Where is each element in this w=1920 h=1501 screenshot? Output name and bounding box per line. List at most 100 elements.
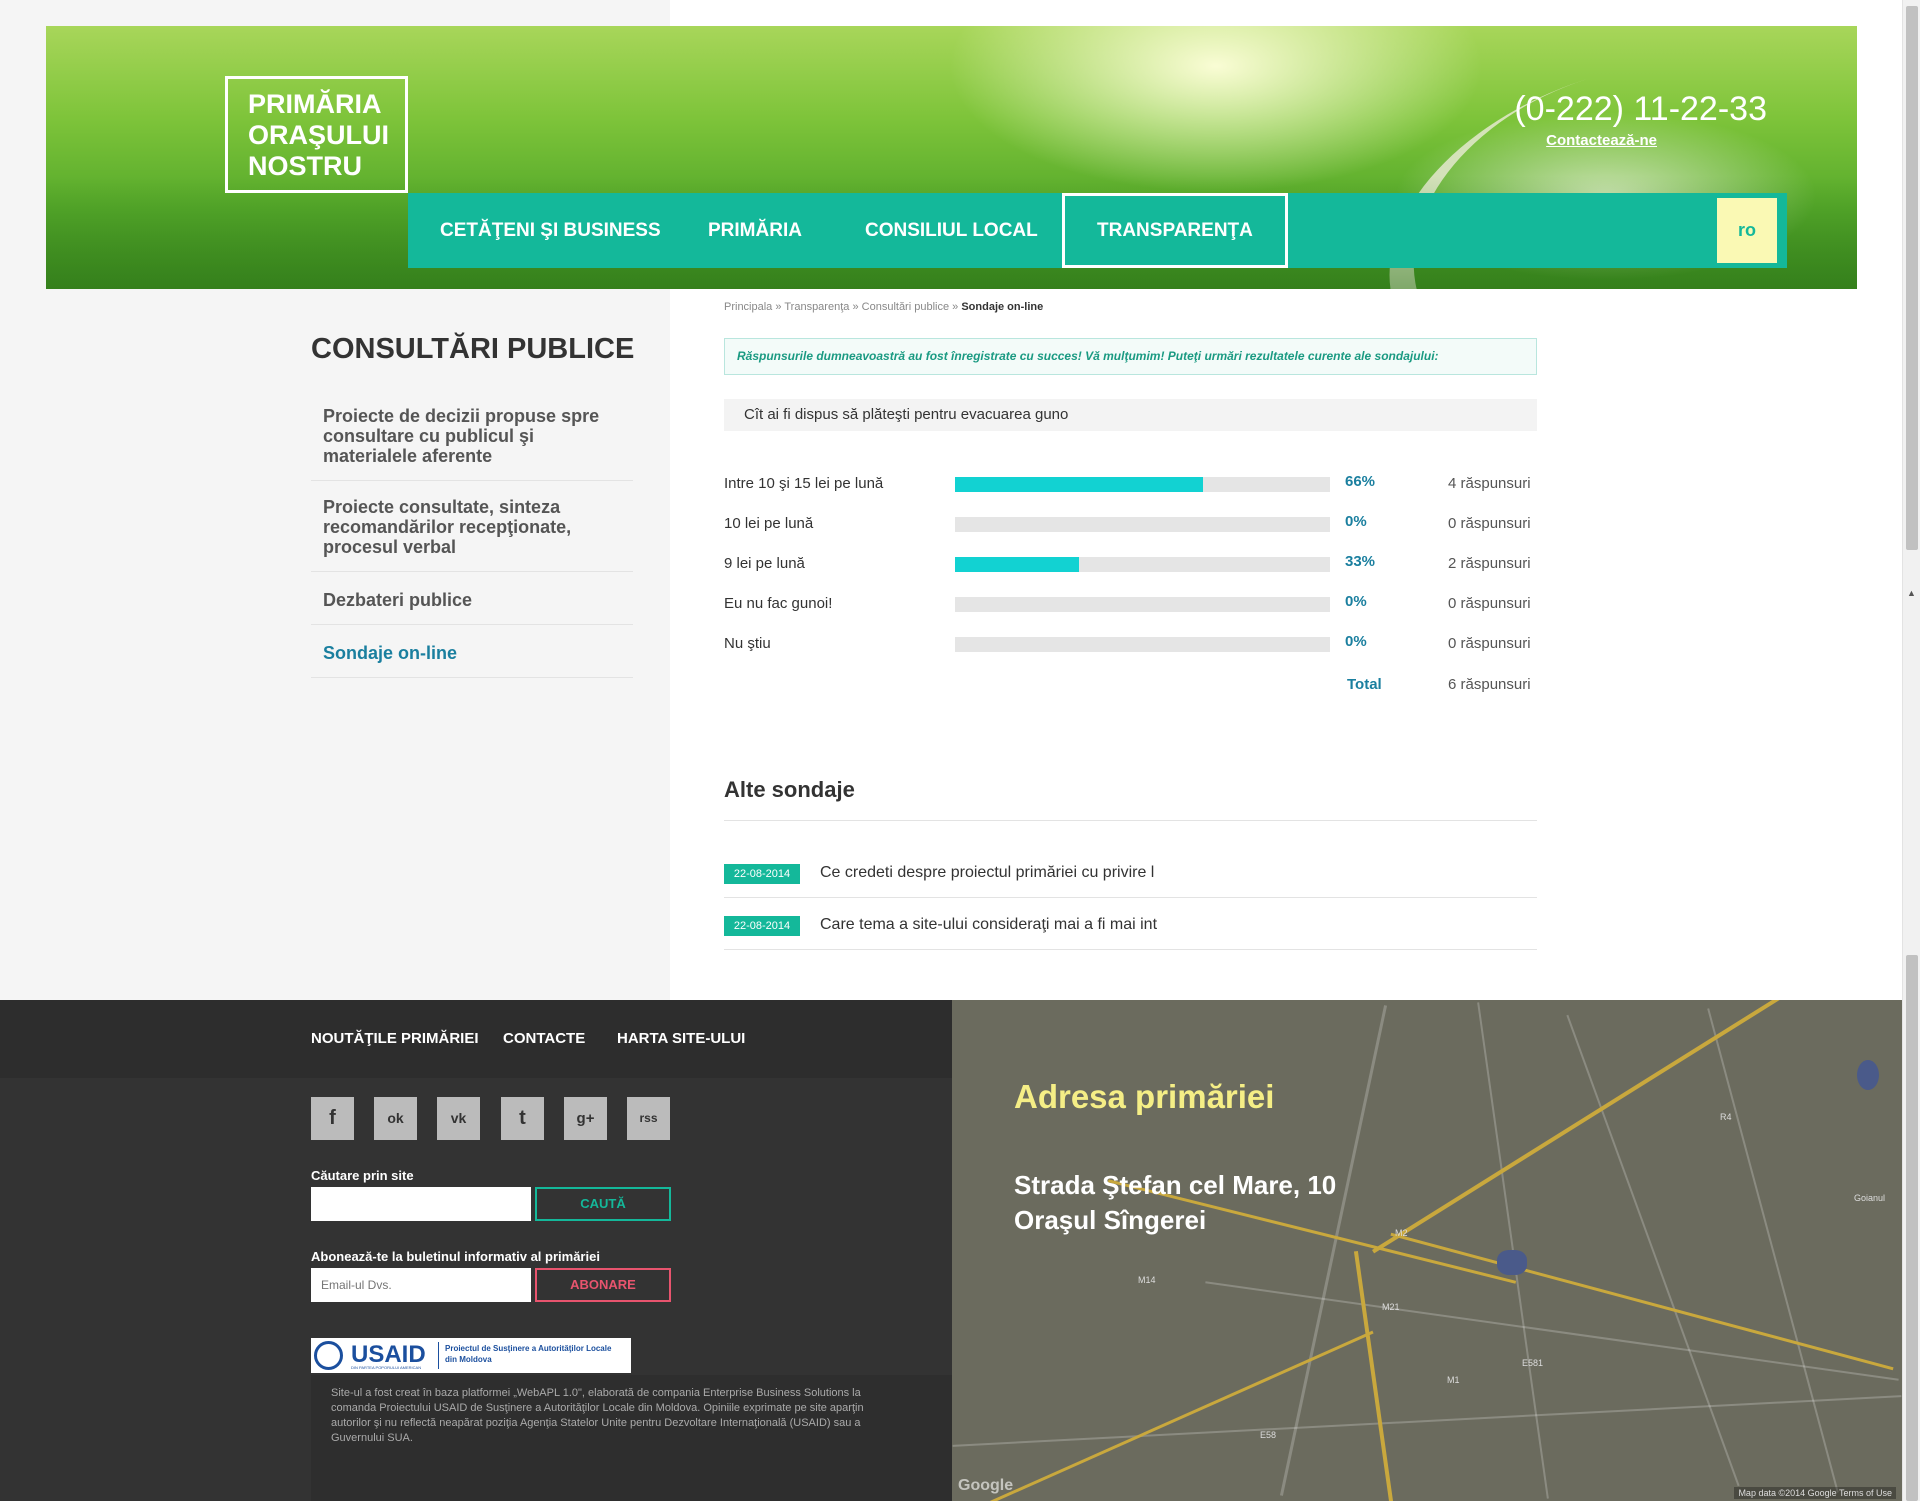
poll-bar-fill xyxy=(955,477,1203,492)
vkontakte-icon[interactable]: vk xyxy=(437,1097,480,1140)
poll-question: Cît ai fi dispus să plăteşti pentru evac… xyxy=(724,399,1537,431)
map-highway xyxy=(1353,1250,1395,1501)
usaid-tagline: DIN PARTEA POPORULUI AMERICAN xyxy=(351,1365,422,1370)
map-label: E58 xyxy=(1260,1430,1277,1440)
success-alert: Răspunsurile dumneavoastră au fost înreg… xyxy=(724,338,1537,375)
map-label: M21 xyxy=(1382,1302,1400,1312)
map-street xyxy=(1566,1014,1740,1487)
date-badge: 22-08-2014 xyxy=(724,864,800,884)
facebook-icon[interactable]: f xyxy=(311,1097,354,1140)
map-address-city: Oraşul Sîngerei xyxy=(1014,1205,1207,1235)
google-plus-icon[interactable]: g+ xyxy=(564,1097,607,1140)
poll-option-row: Eu nu fac gunoi! 0% 0 răspunsuri xyxy=(724,593,1537,619)
breadcrumb-link[interactable]: Transparenţa xyxy=(784,301,849,313)
map-highway xyxy=(1390,1232,1894,1371)
poll-bar-track xyxy=(955,637,1330,652)
scroll-up-icon[interactable]: ▲ xyxy=(1907,588,1916,598)
map-street xyxy=(1707,1008,1839,1493)
scrollbar[interactable]: ▲ xyxy=(1902,0,1920,1501)
logo-line: NOSTRU xyxy=(248,151,362,181)
poll-bar-fill xyxy=(955,557,1079,572)
sidebar-item-consulted-projects[interactable]: Proiecte consultate, sinteza recomandări… xyxy=(311,489,633,572)
breadcrumb: Principala » Transparenţa » Consultări p… xyxy=(724,301,1043,313)
map-address-street: Strada Ştefan cel Mare, 10 xyxy=(1014,1170,1337,1200)
breadcrumb-separator: » xyxy=(952,301,959,313)
subscribe-label: Abonează-te la buletinul informativ al p… xyxy=(311,1249,600,1264)
poll-option-percent: 66% xyxy=(1345,473,1376,490)
poll-option-label: Intre 10 şi 15 lei pe lună xyxy=(724,475,884,492)
poll-option-count: 2 răspunsuri xyxy=(1448,555,1531,572)
poll-option-percent: 33% xyxy=(1345,553,1376,570)
footer-disclaimer: Site-ul a fost creat în baza platformei … xyxy=(331,1387,864,1444)
sidebar-item-online-polls[interactable]: Sondaje on-line xyxy=(311,633,633,678)
poll-option-row: 9 lei pe lună 33% 2 răspunsuri xyxy=(724,553,1537,579)
poll-option-label: 9 lei pe lună xyxy=(724,555,805,572)
footer-nav-news[interactable]: NOUTĂŢILE PRIMĂRIEI xyxy=(311,1030,479,1047)
other-polls-title: Alte sondaje xyxy=(724,777,855,802)
poll-bar-track xyxy=(955,517,1330,532)
poll-option-label: 10 lei pe lună xyxy=(724,515,814,532)
breadcrumb-link[interactable]: Principala xyxy=(724,301,772,313)
date-badge: 22-08-2014 xyxy=(724,916,800,936)
search-input[interactable] xyxy=(311,1187,531,1221)
poll-option-row: Intre 10 şi 15 lei pe lună 66% 4 răspunsur… xyxy=(724,473,1537,499)
footer-nav-sitemap[interactable]: HARTA SITE-ULUI xyxy=(617,1030,745,1047)
breadcrumb-current: Sondaje on-line xyxy=(961,301,1044,313)
list-item[interactable]: 22-08-2014 Care tema a site-ului conside… xyxy=(724,898,1537,950)
email-field[interactable] xyxy=(311,1268,531,1302)
site-logo[interactable]: PRIMĂRIA ORAŞULUI NOSTRU xyxy=(225,76,408,193)
list-item[interactable]: 22-08-2014 Ce credeti despre proiectul p… xyxy=(724,846,1537,898)
sidebar-title: CONSULTĂRI PUBLICE xyxy=(311,333,635,365)
scrollbar-thumb[interactable] xyxy=(1906,955,1918,1501)
poll-option-percent: 0% xyxy=(1345,633,1367,650)
usaid-project-name: Proiectul de Susţinere a Autorităţilor L… xyxy=(445,1344,612,1364)
map-label: M14 xyxy=(1138,1275,1156,1285)
nav-item-city-hall[interactable]: PRIMĂRIA xyxy=(708,193,802,268)
poll-option-percent: 0% xyxy=(1345,513,1367,530)
header-banner: PRIMĂRIA ORAŞULUI NOSTRU (0-222) 11-22-3… xyxy=(46,26,1857,289)
poll-total-count: 6 răspunsuri xyxy=(1448,676,1531,693)
nav-item-citizens-business[interactable]: CETĂŢENI ŞI BUSINESS xyxy=(440,193,661,268)
search-label: Căutare prin site xyxy=(311,1168,414,1183)
sidebar-menu: Proiecte de decizii propuse spre consult… xyxy=(311,401,633,686)
map-label: Goianul xyxy=(1854,1193,1886,1203)
twitter-icon[interactable]: t xyxy=(501,1097,544,1140)
other-poll-link[interactable]: Care tema a site-ului consideraţi mai a … xyxy=(820,916,1157,934)
other-poll-link[interactable]: Ce credeti despre proiectul primăriei cu… xyxy=(820,864,1154,882)
nav-item-local-council[interactable]: CONSILIUL LOCAL xyxy=(865,193,1038,268)
map[interactable]: Goianul M2 M21 M14 R4 E581 E58 M1 Adresa… xyxy=(952,1000,1902,1501)
language-switch[interactable]: ro xyxy=(1717,198,1777,263)
map-highway xyxy=(1372,1000,1900,1254)
sidebar-item-public-debates[interactable]: Dezbateri publice xyxy=(311,580,633,625)
poll-option-label: Nu ştiu xyxy=(724,635,771,652)
map-street xyxy=(952,1395,1902,1447)
rss-icon[interactable]: rss xyxy=(627,1097,670,1140)
poll-option-count: 0 răspunsuri xyxy=(1448,515,1531,532)
breadcrumb-link[interactable]: Consultări publice xyxy=(862,301,949,313)
main-nav: CETĂŢENI ŞI BUSINESS PRIMĂRIA CONSILIUL … xyxy=(408,193,1787,268)
poll-option-count: 0 răspunsuri xyxy=(1448,635,1531,652)
nav-item-transparency[interactable]: TRANSPARENŢA xyxy=(1062,193,1288,268)
map-attribution[interactable]: Map data ©2014 Google Terms of Use xyxy=(1734,1487,1896,1499)
map-lake xyxy=(1857,1060,1879,1090)
sidebar-item-draft-decisions[interactable]: Proiecte de decizii propuse spre consult… xyxy=(311,401,633,481)
contact-link[interactable]: Contactează-ne xyxy=(1546,132,1657,149)
usaid-divider xyxy=(438,1342,439,1369)
map-label: M1 xyxy=(1447,1375,1460,1385)
logo-line: ORAŞULUI xyxy=(248,120,389,150)
odnoklassniki-icon[interactable]: ok xyxy=(374,1097,417,1140)
poll-bar-track xyxy=(955,477,1330,492)
scrollbar-thumb[interactable] xyxy=(1906,6,1918,550)
page: PRIMĂRIA ORAŞULUI NOSTRU (0-222) 11-22-3… xyxy=(0,0,1920,1501)
poll-bar-track xyxy=(955,597,1330,612)
phone-number: (0-222) 11-22-33 xyxy=(1514,90,1767,128)
poll-option-label: Eu nu fac gunoi! xyxy=(724,595,833,612)
footer-nav-contacts[interactable]: CONTACTE xyxy=(503,1030,585,1047)
breadcrumb-separator: » xyxy=(775,301,782,313)
search-button[interactable]: CAUTĂ xyxy=(535,1187,671,1221)
map-address-title: Adresa primăriei xyxy=(1014,1078,1275,1115)
logo-line: PRIMĂRIA xyxy=(248,89,382,119)
usaid-logo[interactable]: USAID DIN PARTEA POPORULUI AMERICAN Proi… xyxy=(311,1338,631,1373)
map-label: M2 xyxy=(1395,1228,1408,1238)
subscribe-button[interactable]: ABONARE xyxy=(535,1268,671,1302)
